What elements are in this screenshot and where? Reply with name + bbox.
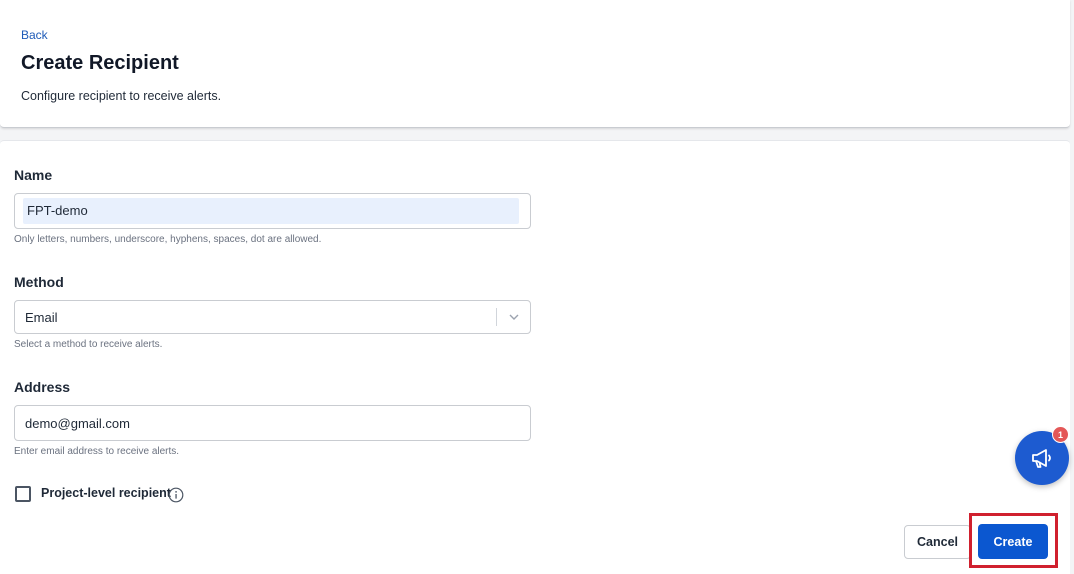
recipient-form: Name FPT-demo Only letters, numbers, und… <box>0 140 1070 574</box>
method-selected-value: Email <box>25 310 58 325</box>
name-label: Name <box>14 167 53 183</box>
address-label: Address <box>14 379 71 395</box>
back-link[interactable]: Back <box>21 28 48 42</box>
name-help-text: Only letters, numbers, underscore, hyphe… <box>14 234 322 245</box>
method-select[interactable]: Email <box>14 300 531 334</box>
name-selection-highlight <box>23 198 519 224</box>
address-input[interactable] <box>14 405 531 441</box>
select-divider <box>496 308 497 326</box>
project-level-label[interactable]: Project-level recipient <box>41 486 171 500</box>
name-input[interactable]: FPT-demo <box>14 193 531 229</box>
chevron-down-icon[interactable] <box>507 310 521 324</box>
page: Back Create Recipient Configure recipien… <box>0 0 1074 574</box>
method-label: Method <box>14 274 64 290</box>
megaphone-icon <box>1032 449 1051 468</box>
address-help-text: Enter email address to receive alerts. <box>14 446 180 457</box>
page-header: Back Create Recipient Configure recipien… <box>0 0 1070 128</box>
info-icon[interactable] <box>168 487 184 503</box>
cancel-button[interactable]: Cancel <box>904 525 971 559</box>
method-help-text: Select a method to receive alerts. <box>14 339 163 350</box>
project-level-checkbox[interactable] <box>15 486 31 502</box>
page-title: Create Recipient <box>21 52 179 74</box>
notification-count-badge: 1 <box>1052 426 1069 443</box>
create-button[interactable]: Create <box>978 524 1048 559</box>
page-subtitle: Configure recipient to receive alerts. <box>21 89 222 103</box>
name-input-value: FPT-demo <box>27 203 88 218</box>
